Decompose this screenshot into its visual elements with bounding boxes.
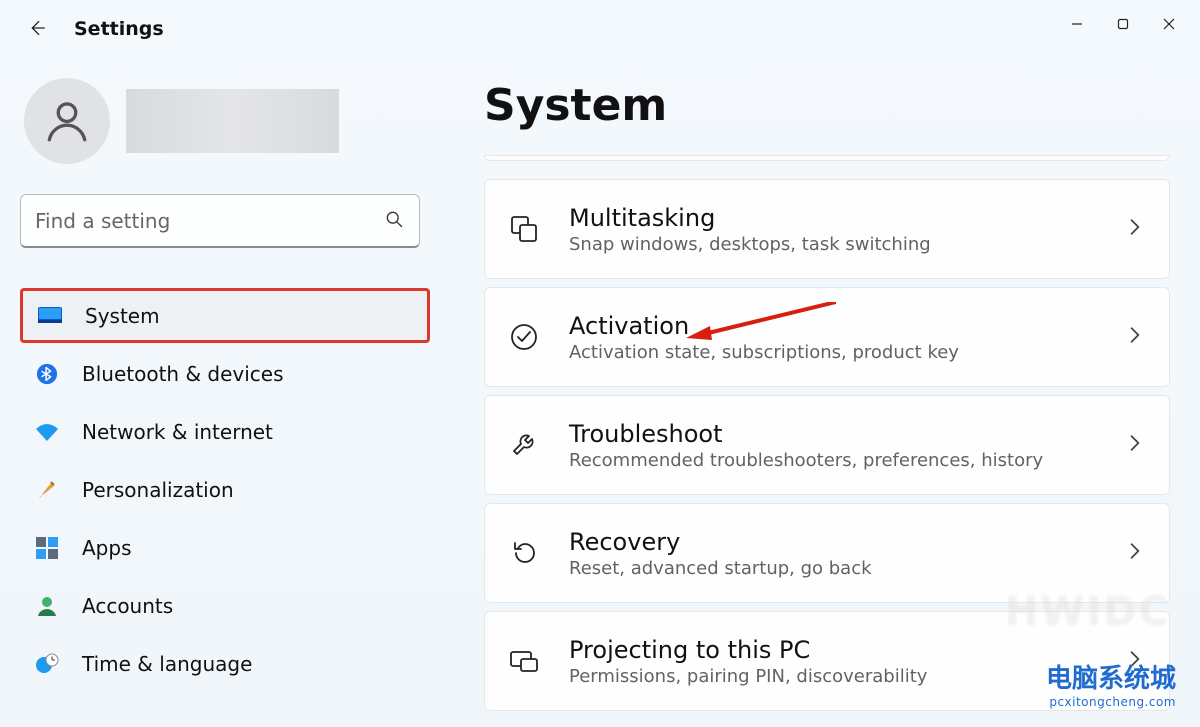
sidebar-item-system[interactable]: System (20, 288, 430, 343)
card-projecting[interactable]: Projecting to this PC Permissions, pairi… (484, 611, 1170, 711)
bluetooth-icon (34, 361, 60, 387)
chevron-right-icon (1129, 326, 1141, 348)
avatar (24, 78, 110, 164)
activation-icon (507, 320, 541, 354)
back-button[interactable] (20, 12, 52, 44)
sidebar-item-personalization[interactable]: Personalization (20, 462, 430, 517)
sidebar-item-network[interactable]: Network & internet (20, 404, 430, 459)
card-desc: Permissions, pairing PIN, discoverabilit… (569, 666, 1101, 687)
sidebar-item-label: Bluetooth & devices (82, 362, 284, 386)
sidebar-item-apps[interactable]: Apps (20, 520, 430, 575)
sidebar-item-label: Apps (82, 536, 132, 560)
title-bar (0, 0, 1200, 48)
projecting-icon (507, 644, 541, 678)
apps-icon (34, 535, 60, 561)
close-button[interactable] (1146, 8, 1192, 40)
card-title: Activation (569, 312, 1101, 340)
card-multitasking[interactable]: Multitasking Snap windows, desktops, tas… (484, 179, 1170, 279)
search-input[interactable] (20, 194, 420, 248)
maximize-button[interactable] (1100, 8, 1146, 40)
card-recovery[interactable]: Recovery Reset, advanced startup, go bac… (484, 503, 1170, 603)
accounts-icon (34, 593, 60, 619)
chevron-right-icon (1129, 650, 1141, 672)
minimize-button[interactable] (1054, 8, 1100, 40)
sidebar-item-label: Time & language (82, 652, 252, 676)
chevron-right-icon (1129, 434, 1141, 456)
troubleshoot-icon (507, 428, 541, 462)
search-icon (384, 209, 404, 233)
clock-globe-icon (34, 651, 60, 677)
sidebar-item-label: System (85, 304, 160, 328)
app-title: Settings (74, 18, 164, 40)
recovery-icon (507, 536, 541, 570)
sidebar-item-time[interactable]: Time & language (20, 636, 430, 691)
system-icon (37, 303, 63, 329)
card-title: Projecting to this PC (569, 636, 1101, 664)
sidebar-item-label: Accounts (82, 594, 173, 618)
paintbrush-icon (34, 477, 60, 503)
chevron-right-icon (1129, 218, 1141, 240)
sidebar-item-label: Personalization (82, 478, 234, 502)
multitasking-icon (507, 212, 541, 246)
card-desc: Activation state, subscriptions, product… (569, 342, 1101, 363)
sidebar-item-label: Network & internet (82, 420, 273, 444)
wifi-icon (34, 419, 60, 445)
chevron-right-icon (1129, 542, 1141, 564)
card-desc: Recommended troubleshooters, preferences… (569, 450, 1101, 471)
card-troubleshoot[interactable]: Troubleshoot Recommended troubleshooters… (484, 395, 1170, 495)
card-title: Multitasking (569, 204, 1101, 232)
card-activation[interactable]: Activation Activation state, subscriptio… (484, 287, 1170, 387)
sidebar-item-accounts[interactable]: Accounts (20, 578, 430, 633)
card-title: Troubleshoot (569, 420, 1101, 448)
profile-block[interactable] (20, 78, 430, 164)
card-title: Recovery (569, 528, 1101, 556)
sidebar-item-bluetooth[interactable]: Bluetooth & devices (20, 346, 430, 401)
card-desc: Snap windows, desktops, task switching (569, 234, 1101, 255)
card-desc: Reset, advanced startup, go back (569, 558, 1101, 579)
page-title: System (484, 80, 1170, 131)
card-cutoff-top (484, 155, 1170, 161)
profile-name-placeholder (126, 89, 339, 153)
